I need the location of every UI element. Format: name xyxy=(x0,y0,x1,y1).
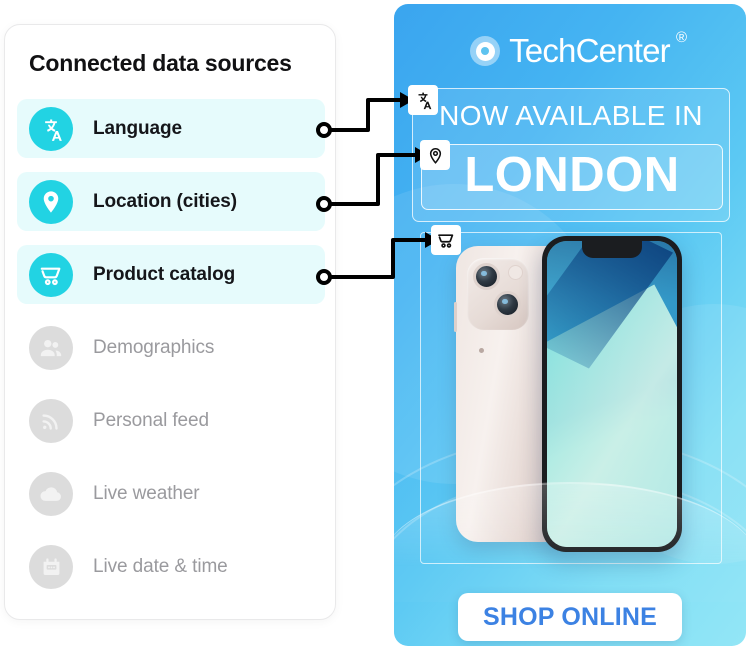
infographic-stage: TechCenter NOW AVAILABLE IN LONDON SHOP … xyxy=(0,0,750,653)
shop-online-button[interactable]: SHOP ONLINE xyxy=(458,593,682,641)
badge-location xyxy=(420,140,450,170)
brand-name: TechCenter xyxy=(509,32,671,69)
rss-icon xyxy=(29,398,73,443)
calendar-icon xyxy=(29,544,73,589)
page-title: Connected data sources xyxy=(29,50,292,76)
connected-data-sources-card: Connected data sources Language Location… xyxy=(4,24,336,620)
data-source-label: Live date & time xyxy=(93,555,228,577)
brand-logo: TechCenter xyxy=(394,32,746,70)
cloud-icon xyxy=(29,471,73,516)
data-source-item-language[interactable]: Language xyxy=(17,99,325,158)
connector-language xyxy=(326,98,405,132)
phone-notch xyxy=(582,241,642,258)
phone-side-button xyxy=(454,302,457,332)
data-source-label: Demographics xyxy=(93,336,215,358)
ad-city: LONDON xyxy=(464,148,680,202)
data-source-label: Personal feed xyxy=(93,409,209,431)
translate-icon xyxy=(29,106,73,151)
camera-lens-icon xyxy=(494,291,521,318)
data-source-label: Location (cities) xyxy=(93,190,237,212)
people-icon xyxy=(29,325,73,370)
data-source-item-demographics[interactable]: Demographics xyxy=(17,318,325,377)
shopping-cart-icon xyxy=(29,252,73,297)
data-source-item-location[interactable]: Location (cities) xyxy=(17,172,325,231)
badge-product-catalog xyxy=(431,225,461,255)
data-source-item-live-weather[interactable]: Live weather xyxy=(17,464,325,523)
data-source-label: Language xyxy=(93,117,182,139)
data-source-item-product-catalog[interactable]: Product catalog xyxy=(17,245,325,304)
camera-flash-icon xyxy=(508,265,523,280)
badge-translate xyxy=(408,85,438,115)
trademark-symbol: ® xyxy=(676,29,688,46)
techcenter-logo-icon xyxy=(470,36,501,66)
ad-headline: NOW AVAILABLE IN xyxy=(439,100,703,131)
data-source-item-live-date-time[interactable]: Live date & time xyxy=(17,537,325,596)
data-source-label: Live weather xyxy=(93,482,200,504)
data-source-item-personal-feed[interactable]: Personal feed xyxy=(17,391,325,450)
camera-module xyxy=(467,258,529,353)
microphone-icon xyxy=(479,348,484,353)
data-source-label: Product catalog xyxy=(93,263,236,285)
ad-banner-preview: TechCenter NOW AVAILABLE IN LONDON SHOP … xyxy=(394,4,746,646)
data-source-list: Language Location (cities) Product catal… xyxy=(17,99,325,610)
camera-lens-icon xyxy=(473,263,500,290)
map-pin-icon xyxy=(29,179,73,224)
